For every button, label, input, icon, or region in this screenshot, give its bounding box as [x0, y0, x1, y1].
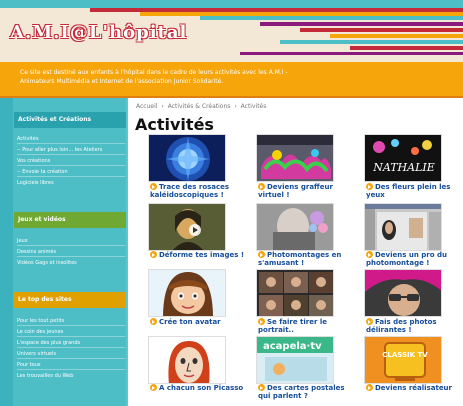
graffiti-icon	[257, 135, 333, 181]
bullet-arrow-icon	[366, 384, 373, 391]
acapela-text: acapela·tv	[263, 341, 322, 352]
breadcrumb-separator: ›	[161, 103, 164, 110]
bullet-arrow-icon	[150, 384, 157, 391]
crazy-photo-icon	[365, 270, 441, 316]
intro-banner: Ce site est destiné aux enfants à l'hôpi…	[0, 62, 463, 96]
caption-realisateur[interactable]: Deviens réalisateur	[366, 384, 460, 392]
sidebar-edge	[0, 98, 13, 406]
sidebar-item-envoie-creation[interactable]: -- Envoie ta création	[17, 169, 125, 175]
thumb-flowers[interactable]: NATHALIE	[364, 134, 442, 182]
sidebar-item-plus-grands[interactable]: L'espace des plus grands	[17, 340, 125, 346]
sidebar-heading-jeux: Jeux et vidéos	[14, 212, 126, 228]
tv-icon: CLASSIK TV	[365, 337, 441, 383]
picasso-face-icon	[149, 337, 225, 383]
breadcrumb-section[interactable]: Activités & Créations	[168, 103, 231, 110]
sidebar-divider	[17, 325, 125, 326]
kaleidoscope-icon	[149, 135, 225, 181]
thumb-kaleidoscope[interactable]	[148, 134, 226, 182]
avatar-icon	[149, 270, 225, 316]
sidebar-item-coin-jeunes[interactable]: Le coin des jeunes	[17, 329, 125, 335]
sidebar-divider	[17, 358, 125, 359]
bullet-arrow-icon	[258, 384, 265, 391]
sidebar-item-jeux[interactable]: Jeux	[17, 238, 125, 244]
breadcrumb-current: Activités	[240, 103, 267, 110]
bullet-arrow-icon	[258, 318, 265, 325]
thumb-deform[interactable]	[148, 203, 226, 251]
flower-name-text: NATHALIE	[372, 161, 435, 174]
sidebar-divider	[17, 165, 125, 166]
acapela-icon: acapela·tv	[257, 337, 333, 383]
sidebar-item-vos-creations[interactable]: Vos créations	[17, 158, 125, 164]
sidebar-divider	[17, 154, 125, 155]
photomontage-icon	[257, 204, 333, 250]
sidebar-divider	[17, 336, 125, 337]
breadcrumb-separator: ›	[234, 103, 237, 110]
caption-pro-photomontage[interactable]: Deviens un pro du photomontage !	[366, 251, 460, 267]
sidebar-divider	[17, 245, 125, 246]
sidebar-divider	[17, 347, 125, 348]
thumb-portrait[interactable]	[256, 269, 334, 317]
sidebar-item-trouvailles[interactable]: Les trouvailles du Web	[17, 373, 125, 379]
sidebar-item-ateliers[interactable]: -- Pour aller plus loin... les Ateliers	[17, 147, 125, 153]
caption-deform[interactable]: Déforme tes images !	[150, 251, 250, 259]
sidebar-item-pour-tous[interactable]: Pour tous	[17, 362, 125, 368]
bullet-arrow-icon	[150, 183, 157, 190]
thumb-avatar[interactable]	[148, 269, 226, 317]
thumb-picasso[interactable]	[148, 336, 226, 384]
bullet-arrow-icon	[258, 251, 265, 258]
breadcrumb: Accueil › Activités & Créations › Activi…	[136, 103, 268, 110]
sidebar-divider	[17, 256, 125, 257]
portrait-grid-icon	[257, 270, 333, 316]
thumb-acapela[interactable]: acapela·tv	[256, 336, 334, 384]
site-header: A.M.I@L'hôpital	[0, 0, 463, 62]
sidebar-item-dessins-animes[interactable]: Dessins animés	[17, 249, 125, 255]
thumb-graffiti[interactable]	[256, 134, 334, 182]
sidebar-divider	[17, 143, 125, 144]
sidebar-heading-top-sites: Le top des sites	[14, 292, 126, 308]
caption-flowers[interactable]: Des fleurs plein les yeux	[366, 183, 460, 199]
caption-portrait[interactable]: Se faire tirer le portrait..	[258, 318, 356, 334]
bullet-arrow-icon	[366, 318, 373, 325]
sidebar-item-logiciels-libres[interactable]: Logiciels libres	[17, 180, 125, 186]
caption-kaleidoscope[interactable]: Trace des rosaces kaléidoscopiques !	[150, 183, 250, 199]
flower-name-icon: NATHALIE	[365, 135, 441, 181]
page-title: Activités	[135, 115, 214, 134]
bullet-arrow-icon	[366, 251, 373, 258]
intro-text: Ce site est destiné aux enfants à l'hôpi…	[20, 69, 288, 85]
breadcrumb-home[interactable]: Accueil	[136, 103, 157, 110]
caption-crazy-photos[interactable]: Fais des photos délirantes !	[366, 318, 460, 334]
caption-avatar[interactable]: Crée ton avatar	[150, 318, 250, 326]
sidebar-item-activites[interactable]: Activités	[17, 136, 125, 142]
page: A.M.I@L'hôpital Ce site est destiné aux …	[0, 0, 463, 406]
caption-acapela[interactable]: Des cartes postales qui parlent ?	[258, 384, 356, 400]
bullet-arrow-icon	[150, 251, 157, 258]
caption-graffiti[interactable]: Deviens graffeur virtuel !	[258, 183, 356, 199]
mona-lisa-icon	[149, 204, 225, 250]
bullet-arrow-icon	[150, 318, 157, 325]
photo-editor-icon	[365, 204, 441, 250]
site-logo[interactable]: A.M.I@L'hôpital	[10, 22, 187, 43]
thumb-realisateur[interactable]: CLASSIK TV	[364, 336, 442, 384]
sidebar-item-videos-gags[interactable]: Vidéos Gags et insolites	[17, 260, 125, 266]
classik-tv-text: CLASSIK TV	[382, 351, 428, 359]
sidebar-divider	[17, 176, 125, 177]
thumb-photomontage[interactable]	[256, 203, 334, 251]
sidebar-item-univers-virtuels[interactable]: Univers virtuels	[17, 351, 125, 357]
bullet-arrow-icon	[258, 183, 265, 190]
bullet-arrow-icon	[366, 183, 373, 190]
sidebar-divider	[17, 369, 125, 370]
sidebar-item-tout-petits[interactable]: Pour les tout petits	[17, 318, 125, 324]
caption-photomontage[interactable]: Photomontages en s'amusant !	[258, 251, 356, 267]
caption-picasso[interactable]: A chacun son Picasso	[150, 384, 250, 392]
sidebar-heading-activites: Activités et Créations	[14, 112, 126, 128]
thumb-pro-photomontage[interactable]	[364, 203, 442, 251]
thumb-crazy-photos[interactable]	[364, 269, 442, 317]
